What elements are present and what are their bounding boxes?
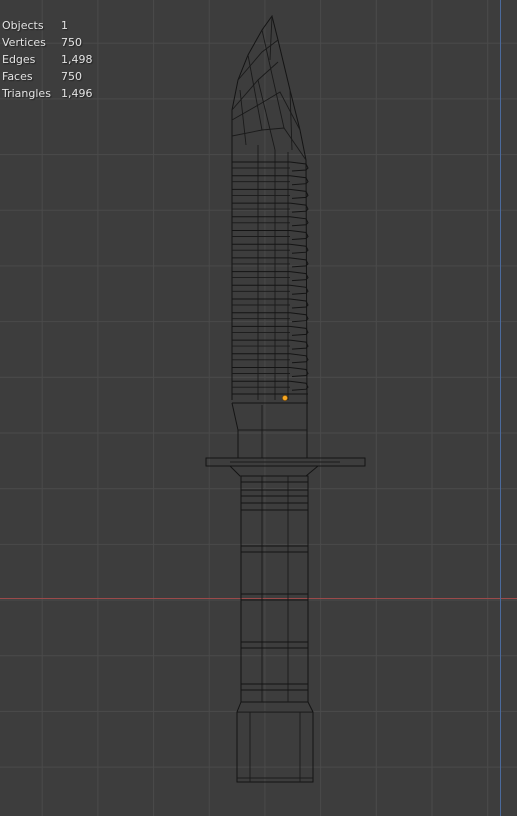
stat-value: 1,496 (61, 87, 93, 100)
serration-tooth (289, 202, 309, 213)
blade-tip-edge (289, 89, 293, 151)
stat-value: 1 (61, 19, 68, 32)
serration-tooth (289, 325, 309, 336)
stat-triangles: Triangles 1,496 (2, 85, 93, 102)
stat-value: 1,498 (61, 53, 93, 66)
serration-tooth (289, 243, 309, 254)
stat-label: Objects (2, 19, 44, 32)
serration-tooth (289, 312, 309, 323)
pommel (236, 701, 314, 783)
serration-tooth (289, 353, 309, 364)
blade-tip-edge (247, 54, 263, 131)
serration-tooth (289, 339, 309, 350)
serration-tooth (289, 367, 309, 377)
serration-tooth (289, 230, 309, 240)
serration-tooth (289, 175, 309, 186)
blade-tip-edge (261, 29, 285, 129)
stat-label: Edges (2, 53, 36, 66)
serration-tooth (289, 298, 309, 309)
serration-tooth (289, 161, 309, 172)
serration-tooth (289, 284, 309, 295)
serration-tooth (289, 216, 309, 227)
serration-tooth (289, 380, 309, 391)
blade-tip-edge (257, 79, 276, 151)
blade-tip-edge (269, 15, 273, 61)
crossguard-bevel (229, 465, 319, 477)
stat-vertices: Vertices 750 (2, 34, 93, 51)
serration-tooth (289, 257, 309, 268)
stat-edges: Edges 1,498 (2, 51, 93, 68)
3d-viewport[interactable]: Objects 1 Vertices 750 Edges 1,498 Faces… (0, 0, 517, 816)
blade-tip-edge (239, 89, 247, 146)
serration-tooth (289, 271, 309, 282)
ricasso-edge (231, 402, 239, 458)
stat-label: Vertices (2, 36, 46, 49)
blade-tip-edge (231, 127, 307, 161)
stat-value: 750 (61, 36, 82, 49)
stat-label: Triangles (2, 87, 51, 100)
stat-label: Faces (2, 70, 33, 83)
stat-objects: Objects 1 (2, 17, 93, 34)
knife-wireframe-mesh[interactable] (0, 0, 517, 816)
statistics-overlay: Objects 1 Vertices 750 Edges 1,498 Faces… (2, 17, 93, 102)
object-origin-dot (282, 395, 288, 401)
stat-faces: Faces 750 (2, 68, 93, 85)
serration-tooth (289, 188, 309, 199)
stat-value: 750 (61, 70, 82, 83)
